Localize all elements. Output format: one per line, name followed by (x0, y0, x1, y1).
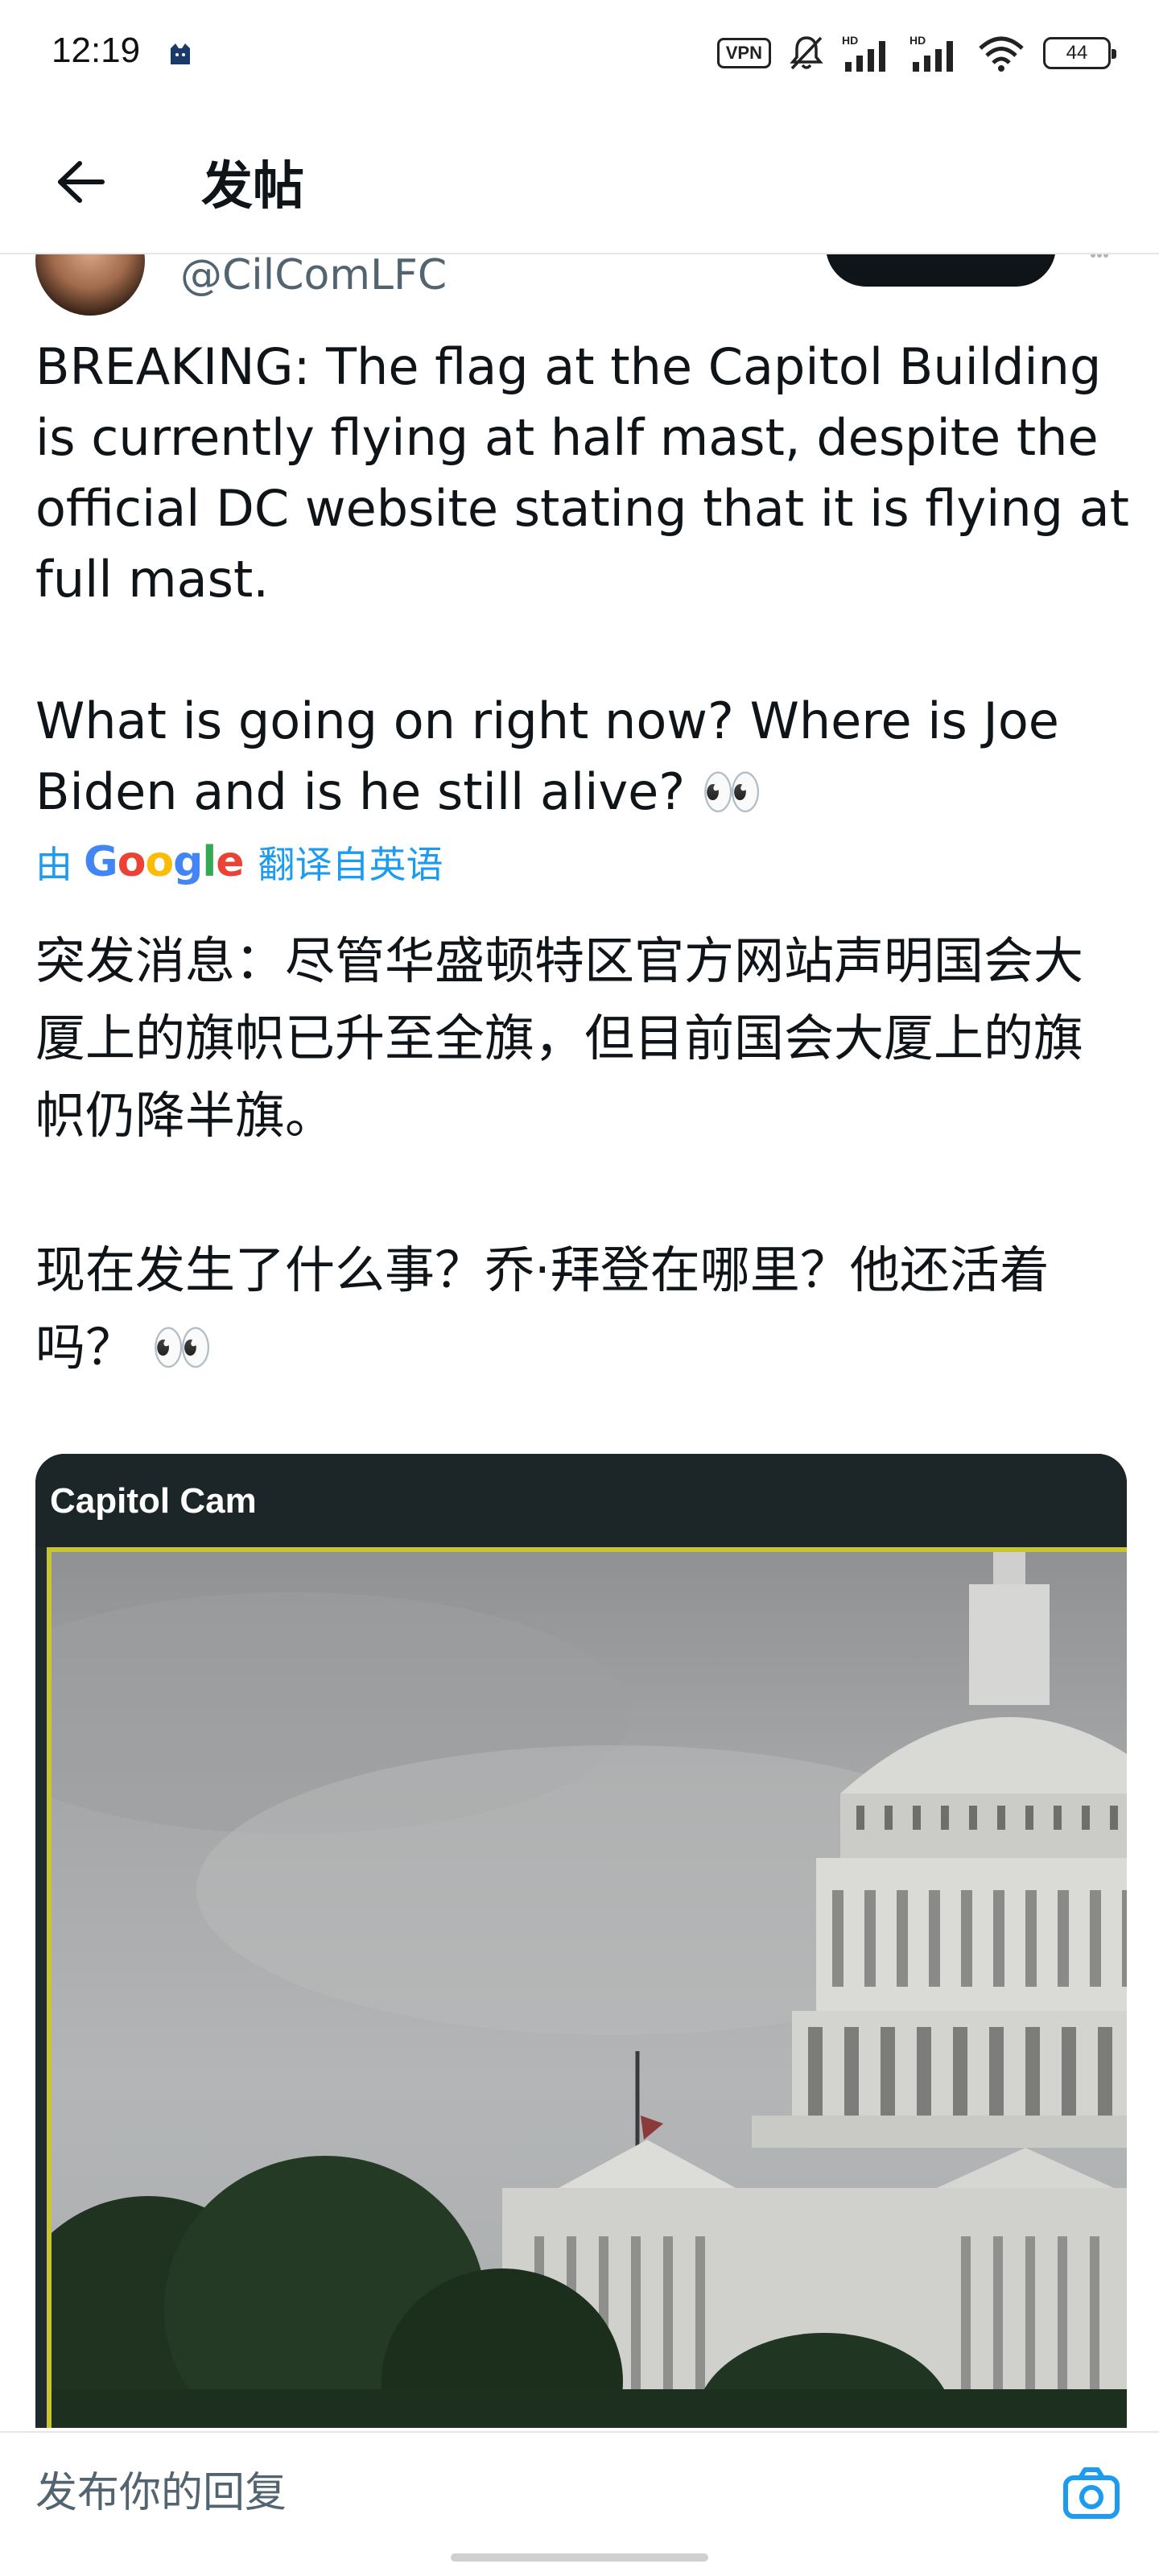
page-title: 发帖 (201, 157, 304, 217)
follow-button[interactable] (826, 254, 1056, 287)
reply-bar (0, 2431, 1159, 2576)
camera-icon[interactable] (1059, 2462, 1124, 2526)
mute-bell-icon (790, 36, 823, 70)
back-button[interactable] (47, 148, 114, 216)
capitol-photo (52, 1552, 1127, 2428)
google-logo: Google (84, 838, 245, 886)
avatar[interactable] (35, 254, 145, 316)
reply-input[interactable] (35, 2457, 1017, 2529)
translated-text: 突发消息：尽管华盛顿特区官方网站声明国会大厦上的旗帜已升至全旗，但目前国会大厦上… (35, 931, 1084, 1377)
app-icon (171, 43, 190, 64)
status-icons: VPN HD HD 44 (716, 31, 1116, 76)
more-options-icon[interactable] (1090, 254, 1109, 259)
translation-label: 翻译自英语 (258, 843, 443, 886)
tweet-text: BREAKING: The flag at the Capitol Buildi… (35, 337, 1129, 821)
home-indicator (451, 2553, 708, 2562)
svg-text:HD: HD (909, 34, 926, 47)
status-time: 12:19 (52, 31, 141, 70)
app-header: 发帖 (0, 105, 1159, 254)
post-content: @CilComLFC BREAKING: The flag at the Cap… (0, 254, 1159, 2428)
translation-by-label: 由 (35, 843, 72, 886)
vpn-icon: VPN (716, 38, 771, 68)
translation-attribution[interactable]: 由 Google 翻译自英语 (35, 834, 443, 890)
svg-text:HD: HD (842, 34, 858, 47)
media-title: Capitol Cam (50, 1481, 257, 1521)
user-handle[interactable]: @CilComLFC (180, 254, 447, 299)
media-image[interactable] (47, 1547, 1127, 2428)
media-card[interactable]: Capitol Cam (35, 1454, 1127, 2428)
signal-hd-icon: HD (842, 34, 885, 72)
media-header: Capitol Cam (35, 1454, 1127, 1547)
wifi-icon (979, 36, 1024, 72)
status-bar: 12:19 VPN HD HD 44 (0, 0, 1159, 105)
signal-hd-icon: HD (909, 34, 953, 72)
battery-icon: 44 (1043, 37, 1116, 69)
arrow-left-icon (58, 161, 105, 203)
